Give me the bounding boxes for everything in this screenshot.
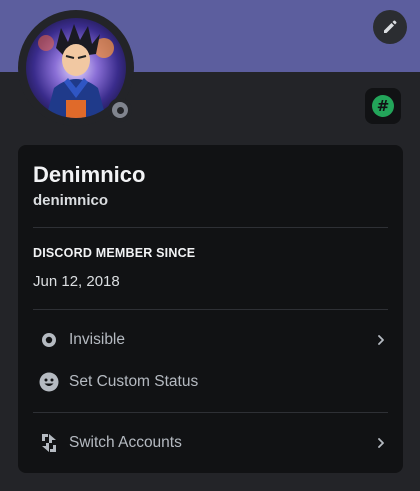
custom-status-label: Set Custom Status [69,373,199,390]
member-since-heading: DISCORD MEMBER SINCE [33,246,196,260]
status-menu-item[interactable]: Invisible [26,323,395,357]
pencil-icon [384,20,397,33]
set-custom-status-button[interactable]: Set Custom Status [26,365,395,399]
edit-profile-button[interactable] [373,10,407,44]
chevron-right-icon [373,332,389,348]
username: denimnico [33,192,109,209]
divider [33,227,388,228]
smiley-icon [39,372,59,392]
profile-info-card: Denimnico denimnico DISCORD MEMBER SINCE… [18,145,403,473]
avatar-frame[interactable] [18,10,134,126]
invisible-status-indicator [108,98,132,122]
divider [33,412,388,413]
invisible-status-icon [39,330,59,350]
switch-accounts-menu-item[interactable]: Switch Accounts [26,426,395,460]
status-label: Invisible [69,331,125,348]
member-since-date: Jun 12, 2018 [33,273,120,290]
hashtag-badge[interactable]: # [365,88,401,124]
display-name: Denimnico [33,162,146,187]
chevron-right-icon [373,435,389,451]
switch-accounts-icon [39,433,59,453]
user-profile-popout: # Denimnico denimnico DISCORD MEMBER SIN… [0,0,420,491]
switch-accounts-label: Switch Accounts [69,434,182,451]
divider [33,309,388,310]
hashtag-badge-icon: # [372,95,394,117]
